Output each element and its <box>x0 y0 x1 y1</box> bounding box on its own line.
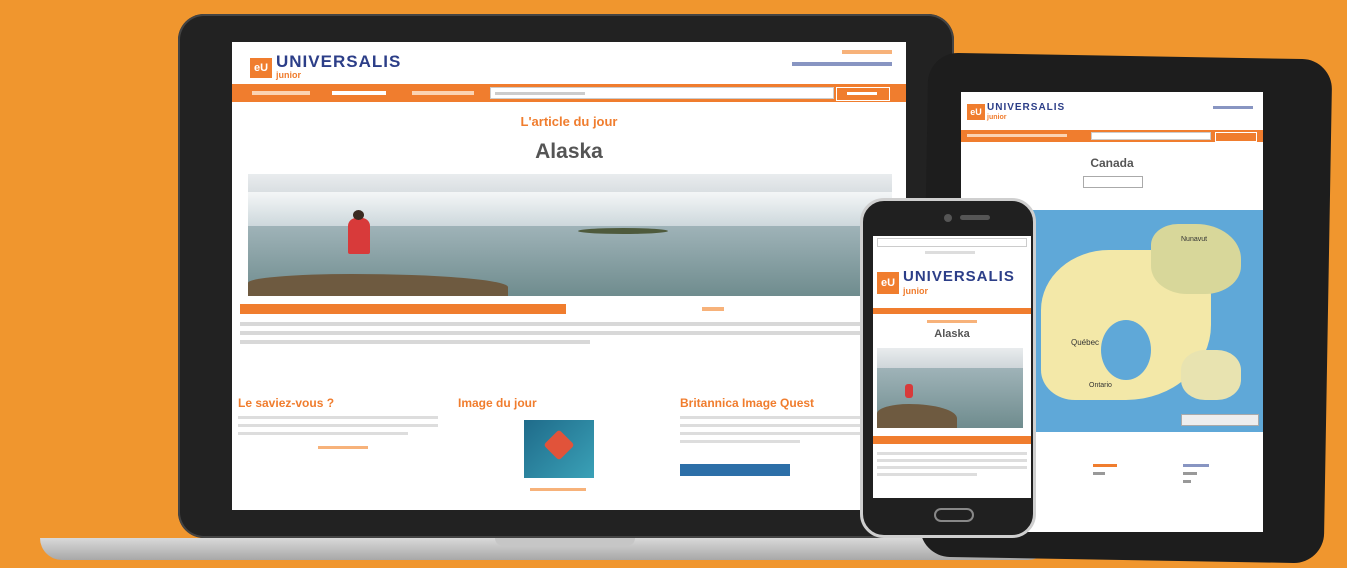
nav-item[interactable] <box>967 134 1067 137</box>
laptop-screen: eU UNIVERSALIS junior L'article du jour … <box>232 42 906 510</box>
logo-icon[interactable]: eU <box>967 104 985 120</box>
header-link[interactable] <box>842 50 892 54</box>
text-line <box>1183 472 1197 475</box>
nav-bar <box>961 130 1263 142</box>
britannica-title: Britannica Image Quest <box>680 396 815 410</box>
brand-name: UNIVERSALIS <box>987 102 1066 113</box>
article-title: Alaska <box>535 140 603 163</box>
search-button[interactable] <box>1215 132 1257 142</box>
logo-mark: eU <box>253 62 269 74</box>
search-input[interactable] <box>490 87 834 99</box>
text-line <box>238 424 438 427</box>
header-link[interactable] <box>792 62 892 66</box>
text-line <box>1183 480 1191 483</box>
map-image[interactable]: Québec Ontario Nunavut <box>1031 210 1263 432</box>
text-line <box>238 416 438 419</box>
image-of-day-thumbnail[interactable] <box>524 420 594 478</box>
britannica-banner[interactable] <box>680 464 790 476</box>
dropdown-select[interactable] <box>1083 176 1143 188</box>
search-button[interactable] <box>836 87 890 101</box>
logo-icon[interactable]: eU <box>877 272 899 294</box>
url-bar[interactable] <box>877 238 1027 247</box>
tab-other[interactable] <box>702 307 724 311</box>
brand-sub: junior <box>276 70 301 80</box>
image-of-day-title: Image du jour <box>458 396 537 410</box>
phone-screen: eU UNIVERSALIS junior Alaska <box>873 236 1031 498</box>
nav-bar[interactable] <box>873 308 1031 314</box>
nav-item[interactable] <box>412 91 474 95</box>
brand-name: UNIVERSALIS <box>903 268 1015 285</box>
text-line <box>240 331 900 335</box>
nav-item[interactable] <box>332 91 386 95</box>
text-line <box>240 340 590 344</box>
text-line <box>877 466 1027 469</box>
text-line <box>1183 464 1209 467</box>
logo-mark: eU <box>880 277 896 289</box>
nav-bar <box>232 84 906 102</box>
read-more-link[interactable] <box>318 446 368 449</box>
search-input[interactable] <box>1091 132 1211 140</box>
article-title: Canada <box>1090 156 1134 170</box>
home-button[interactable] <box>934 508 974 522</box>
text-line <box>927 320 977 323</box>
text-line <box>680 440 800 443</box>
tab-summary[interactable] <box>873 436 1031 444</box>
text-line <box>1093 464 1117 467</box>
speaker-grille <box>960 215 990 220</box>
hero-image[interactable] <box>877 348 1023 428</box>
person-figure <box>348 218 370 254</box>
map-zoom-controls[interactable] <box>1181 414 1259 426</box>
did-you-know-title: Le saviez-vous ? <box>238 396 335 410</box>
map-label: Nunavut <box>1181 236 1208 243</box>
text-line <box>877 459 1027 462</box>
nav-item[interactable] <box>252 91 310 95</box>
text-line <box>877 473 977 476</box>
map-label: Québec <box>1071 338 1100 347</box>
laptop-base-notch <box>495 538 635 546</box>
image-caption-link[interactable] <box>530 488 586 491</box>
camera-icon <box>944 214 952 222</box>
text-line <box>238 432 408 435</box>
text-line <box>925 251 975 254</box>
brand-sub: junior <box>903 286 928 296</box>
brand-sub: junior <box>987 114 1007 121</box>
hero-image[interactable] <box>248 174 892 296</box>
map-label: Ontario <box>1089 382 1112 389</box>
article-of-day-title: L'article du jour <box>520 114 618 129</box>
article-title: Alaska <box>934 328 970 340</box>
tab-summary[interactable] <box>240 304 566 314</box>
logo-icon[interactable]: eU <box>250 58 272 78</box>
text-line <box>877 452 1027 455</box>
text-line <box>1093 472 1105 475</box>
header-link[interactable] <box>1213 106 1253 109</box>
text-line <box>240 322 900 326</box>
brand-name: UNIVERSALIS <box>276 52 402 71</box>
logo-mark: eU <box>970 107 982 117</box>
